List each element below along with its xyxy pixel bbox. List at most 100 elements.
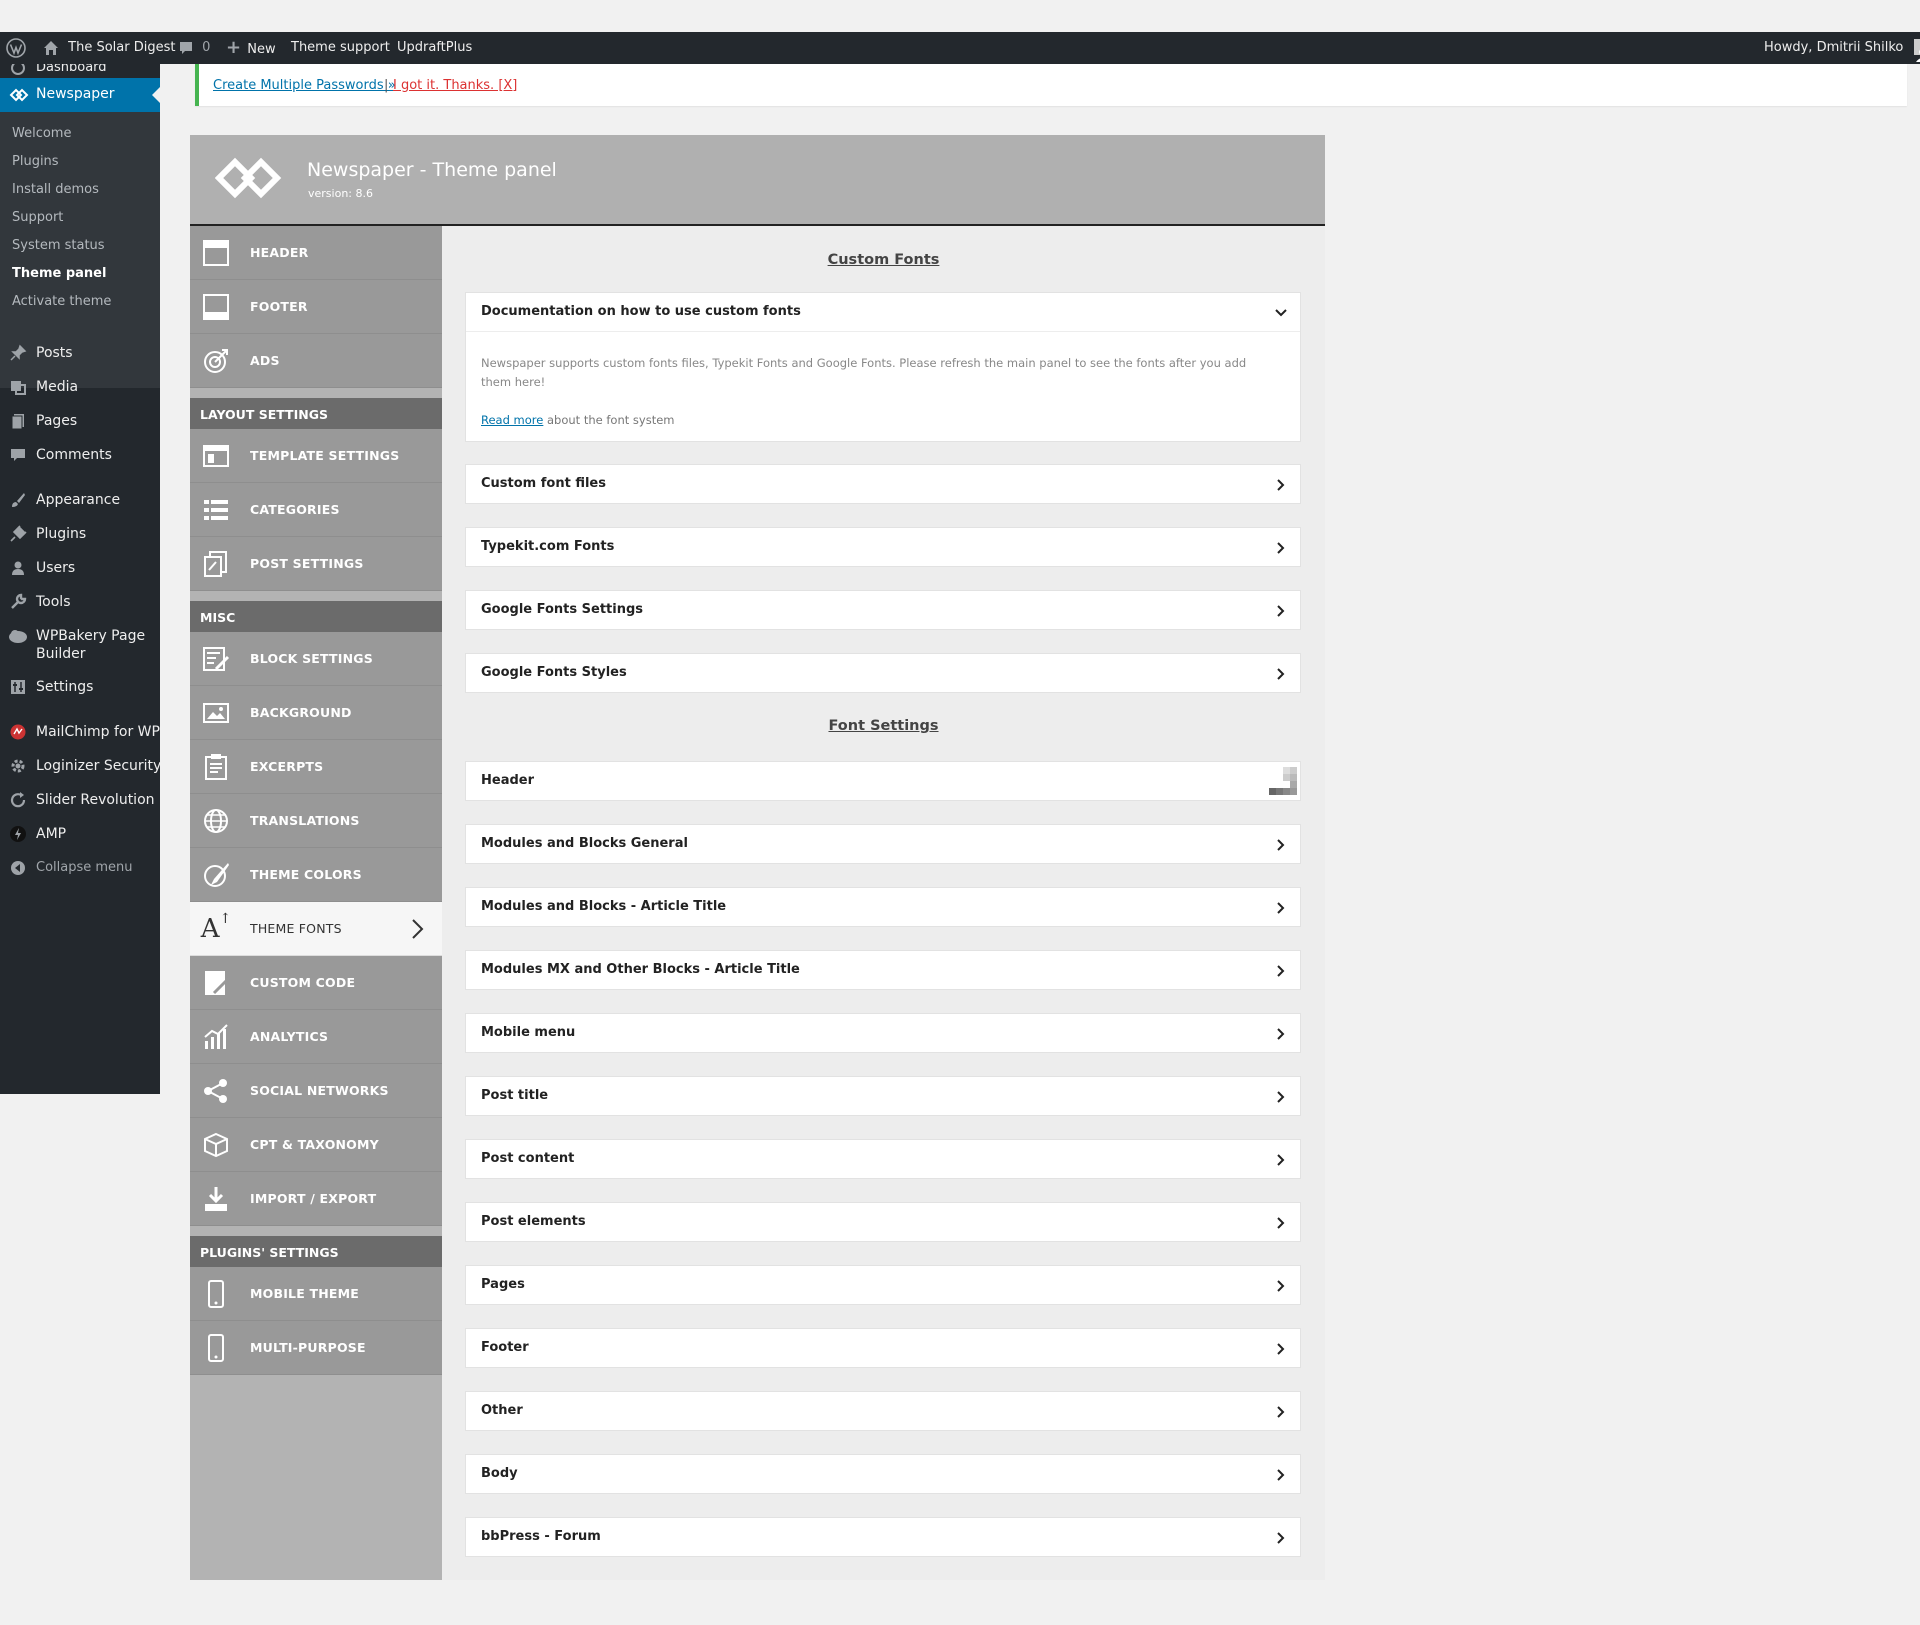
- sidebar-item-mobile-theme[interactable]: MOBILE THEME: [190, 1267, 442, 1321]
- template-icon: [201, 441, 231, 471]
- current-pointer-icon: [152, 87, 160, 103]
- theme-panel-content: Custom Fonts Documentation on how to use…: [442, 226, 1325, 1580]
- submenu-theme-panel[interactable]: Theme panel: [12, 266, 106, 281]
- sidebar-item-analytics[interactable]: ANALYTICS: [190, 1010, 442, 1064]
- sidebar-item-cpt-taxonomy[interactable]: CPT & TAXONOMY: [190, 1118, 442, 1172]
- menu-label: Plugins: [36, 526, 87, 542]
- section-modules-mx-article-title[interactable]: Modules MX and Other Blocks - Article Ti…: [465, 950, 1301, 990]
- menu-newspaper[interactable]: Newspaper: [0, 78, 160, 112]
- theme-panel-sidebar: HEADER FOOTER ADS LAYOUT SETTINGS TEMPLA…: [190, 226, 442, 1580]
- submenu-welcome[interactable]: Welcome: [12, 126, 71, 141]
- newspaper-logo-icon: [214, 153, 283, 207]
- user-icon: [8, 558, 28, 578]
- section-label: Body: [481, 1466, 518, 1481]
- comments-link[interactable]: 0: [178, 32, 210, 64]
- sidebar-item-custom-code[interactable]: CUSTOM CODE: [190, 956, 442, 1010]
- sidebar-item-ads[interactable]: ADS: [190, 334, 442, 388]
- sidebar-item-post-settings[interactable]: POST SETTINGS: [190, 537, 442, 591]
- mobile-phone-icon: [201, 1279, 231, 1309]
- submenu-plugins[interactable]: Plugins: [12, 154, 59, 169]
- wordpress-logo-icon[interactable]: [6, 32, 26, 64]
- section-post-title[interactable]: Post title: [465, 1076, 1301, 1116]
- pushpin-icon: [8, 343, 28, 363]
- site-name: The Solar Digest: [68, 40, 176, 55]
- section-typekit-fonts[interactable]: Typekit.com Fonts: [465, 527, 1301, 567]
- sidebar-item-translations[interactable]: TRANSLATIONS: [190, 794, 442, 848]
- read-more-tail: about the font system: [543, 413, 675, 427]
- menu-label: Appearance: [36, 492, 121, 508]
- section-custom-font-files[interactable]: Custom font files: [465, 464, 1301, 504]
- sidebar-item-background[interactable]: BACKGROUND: [190, 686, 442, 740]
- section-pages[interactable]: Pages: [465, 1265, 1301, 1305]
- new-content-link[interactable]: + New: [226, 32, 276, 64]
- refresh-icon: [8, 790, 28, 810]
- download-icon: [201, 1184, 231, 1214]
- section-modules-blocks-article-title[interactable]: Modules and Blocks - Article Title: [465, 887, 1301, 927]
- section-google-fonts-styles[interactable]: Google Fonts Styles: [465, 653, 1301, 693]
- code-pencil-icon: [201, 968, 231, 998]
- loading-spinner-icon: [1265, 765, 1297, 801]
- section-mobile-menu[interactable]: Mobile menu: [465, 1013, 1301, 1053]
- section-post-content[interactable]: Post content: [465, 1139, 1301, 1179]
- sidebar-item-block-settings[interactable]: BLOCK SETTINGS: [190, 632, 442, 686]
- menu-label: Users: [36, 560, 76, 576]
- sidebar-item-social-networks[interactable]: SOCIAL NETWORKS: [190, 1064, 442, 1118]
- section-header-fonts[interactable]: Header: [465, 761, 1301, 801]
- sidebar-item-label: THEME FONTS: [250, 921, 342, 936]
- cube-icon: [201, 1130, 231, 1160]
- section-body[interactable]: Body: [465, 1454, 1301, 1494]
- howdy-account-link[interactable]: Howdy, Dmitrii Shilko: [1764, 32, 1920, 64]
- submenu-install-demos[interactable]: Install demos: [12, 182, 99, 197]
- section-label: Header: [481, 773, 535, 788]
- read-more-line: Read more about the font system: [481, 413, 674, 427]
- sidebar-item-label: POST SETTINGS: [250, 556, 364, 571]
- create-passwords-link[interactable]: Create Multiple Passwords »: [213, 78, 396, 93]
- section-post-elements[interactable]: Post elements: [465, 1202, 1301, 1242]
- section-google-fonts-settings[interactable]: Google Fonts Settings: [465, 590, 1301, 630]
- submenu-system-status[interactable]: System status: [12, 238, 105, 253]
- theme-panel-header: Newspaper - Theme panel version: 8.6: [190, 135, 1325, 226]
- section-label: Google Fonts Styles: [481, 665, 627, 680]
- chevron-down-icon: [1274, 305, 1288, 324]
- sidebar-item-multi-purpose[interactable]: MULTI-PURPOSE: [190, 1321, 442, 1375]
- sidebar-item-footer[interactable]: FOOTER: [190, 280, 442, 334]
- menu-label-line2: Builder: [36, 646, 86, 662]
- gear-icon: [8, 756, 28, 776]
- menu-label: MailChimp for WP: [36, 724, 160, 740]
- section-label: bbPress - Forum: [481, 1529, 601, 1544]
- chevron-right-icon: [1274, 1467, 1288, 1486]
- menu-label: Dashboard: [36, 64, 107, 75]
- sidebar-item-import-export[interactable]: IMPORT / EXPORT: [190, 1172, 442, 1226]
- section-label: Post content: [481, 1151, 575, 1166]
- site-name-link[interactable]: The Solar Digest: [42, 32, 175, 64]
- updraftplus-link[interactable]: UpdraftPlus: [397, 32, 472, 64]
- font-settings-title: Font Settings: [828, 718, 939, 734]
- read-more-link[interactable]: Read more: [481, 413, 543, 427]
- category-label: LAYOUT SETTINGS: [200, 407, 328, 422]
- sidebar-item-theme-fonts[interactable]: A ↑ THEME FONTS: [190, 902, 442, 956]
- sidebar-item-categories[interactable]: CATEGORIES: [190, 483, 442, 537]
- documentation-toggle[interactable]: Documentation on how to use custom fonts: [466, 293, 1300, 331]
- sidebar-item-theme-colors[interactable]: THEME COLORS: [190, 848, 442, 902]
- section-footer[interactable]: Footer: [465, 1328, 1301, 1368]
- section-other[interactable]: Other: [465, 1391, 1301, 1431]
- sidebar-category-plugins: PLUGINS' SETTINGS: [190, 1236, 442, 1267]
- sidebar-item-excerpts[interactable]: EXCERPTS: [190, 740, 442, 794]
- menu-label: Posts: [36, 345, 73, 361]
- dismiss-notice-link[interactable]: I got it. Thanks. [X]: [393, 78, 517, 93]
- sidebar-item-header[interactable]: HEADER: [190, 226, 442, 280]
- wrench-icon: [8, 592, 28, 612]
- documentation-title: Documentation on how to use custom fonts: [481, 304, 801, 319]
- submenu-support[interactable]: Support: [12, 210, 63, 225]
- clipboard-icon: [201, 752, 231, 782]
- section-modules-blocks-general[interactable]: Modules and Blocks General: [465, 824, 1301, 864]
- section-bbpress-forum[interactable]: bbPress - Forum: [465, 1517, 1301, 1557]
- block-settings-icon: [201, 644, 231, 674]
- submenu-activate-theme[interactable]: Activate theme: [12, 294, 111, 309]
- menu-wpbakery[interactable]: WPBakery Page Builder: [0, 626, 160, 664]
- section-label: Pages: [481, 1277, 525, 1292]
- theme-support-link[interactable]: Theme support: [291, 32, 390, 64]
- panel-version: version: 8.6: [308, 187, 373, 200]
- custom-fonts-title: Custom Fonts: [827, 252, 940, 268]
- sidebar-item-template-settings[interactable]: TEMPLATE SETTINGS: [190, 429, 442, 483]
